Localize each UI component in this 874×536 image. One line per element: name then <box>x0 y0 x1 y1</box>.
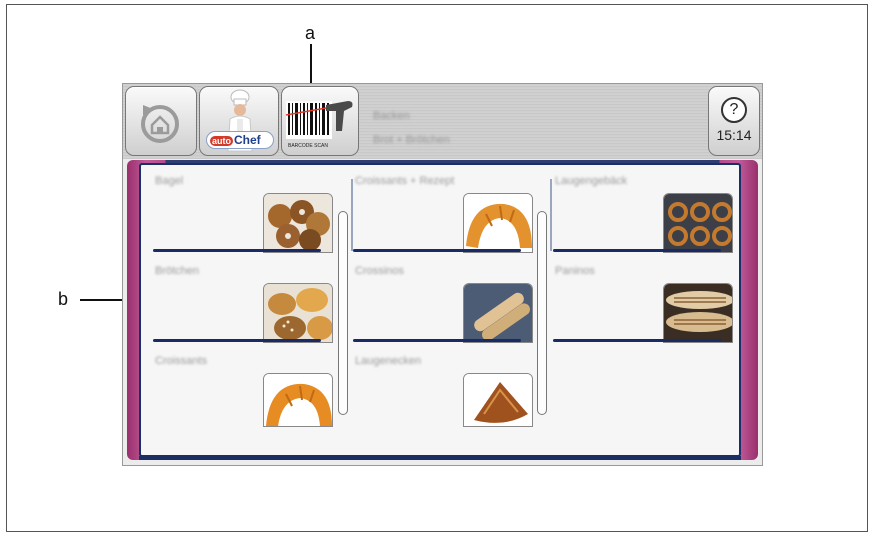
oven-screen: auto Chef BARCODE SCAN Backen Brot + Brö… <box>122 83 763 466</box>
program-tile[interactable]: Bagel <box>141 165 333 253</box>
tile-label: Bagel <box>155 175 184 187</box>
help-icon: ? <box>721 97 747 123</box>
top-bar: auto Chef BARCODE SCAN Backen Brot + Brö… <box>123 84 762 159</box>
tile-label: Croissants + Rezept <box>355 175 455 187</box>
autochef-button[interactable]: auto Chef <box>199 86 279 156</box>
autochef-logo: auto Chef <box>206 131 274 149</box>
home-back-icon <box>141 105 179 143</box>
baguettes-image <box>463 283 533 343</box>
bagels-image <box>263 193 333 253</box>
tile-underline <box>153 249 321 252</box>
program-grid: Bagel Croissants + Rezept Laugengebäck B… <box>139 163 741 457</box>
tile-underline <box>353 339 521 342</box>
program-tile[interactable]: Paninos <box>541 255 733 343</box>
croissant-image <box>263 373 333 427</box>
bottom-rail <box>139 456 741 460</box>
panini-image <box>663 283 733 343</box>
scrollbar-column-1[interactable] <box>338 211 348 415</box>
tile-label: Brötchen <box>155 265 200 277</box>
program-tile[interactable]: Croissants <box>141 345 333 433</box>
barcode-scan-button[interactable]: BARCODE SCAN <box>281 86 359 156</box>
tile-underline <box>353 249 521 252</box>
tile-underline <box>553 339 721 342</box>
tile-underline <box>553 249 721 252</box>
barcode-caption: BARCODE SCAN <box>288 143 329 149</box>
program-tile[interactable]: Laugenecken <box>341 345 533 433</box>
breadcrumb: Backen Brot + Brötchen <box>373 104 450 152</box>
program-tile[interactable]: Brötchen <box>141 255 333 343</box>
pastry-wedge-image <box>463 373 533 427</box>
pretzels-image <box>663 193 733 253</box>
program-tile[interactable]: Croissants + Rezept <box>341 165 533 253</box>
rolls-image <box>263 283 333 343</box>
tile-label: Laugenecken <box>355 355 422 367</box>
autochef-logo-chef: Chef <box>234 133 261 147</box>
callout-label-a: a <box>305 23 316 43</box>
tile-label: Croissants <box>155 355 207 367</box>
title-line-2: Brot + Brötchen <box>373 134 450 146</box>
croissant-image <box>463 193 533 253</box>
tile-label: Paninos <box>555 265 595 277</box>
tile-underline <box>153 339 321 342</box>
tile-label: Crossinos <box>355 265 404 277</box>
program-tile[interactable]: Crossinos <box>341 255 533 343</box>
help-button[interactable]: ? 15:14 <box>708 86 760 156</box>
callout-label-b: b <box>58 289 69 309</box>
autochef-logo-auto: auto <box>210 136 233 146</box>
title-line-1: Backen <box>373 110 410 122</box>
back-home-button[interactable] <box>125 86 197 156</box>
clock-time: 15:14 <box>716 127 752 143</box>
tile-label: Laugengebäck <box>555 175 628 187</box>
program-tile[interactable]: Laugengebäck <box>541 165 733 253</box>
scrollbar-column-2[interactable] <box>537 211 547 415</box>
